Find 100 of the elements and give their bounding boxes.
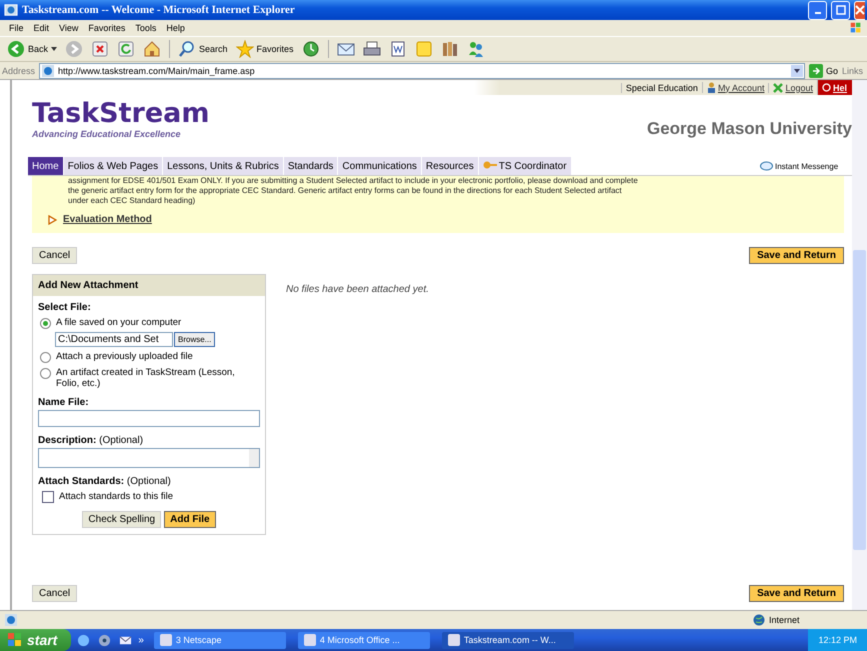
window-icon [448, 634, 460, 646]
window-title: Taskstream.com -- Welcome - Microsoft Internet Explorer [22, 4, 295, 16]
option-label: Attach a previously uploaded file [56, 351, 194, 362]
go-button[interactable]: Go [808, 64, 838, 78]
taskbar-button[interactable]: 4 Microsoft Office ... [298, 632, 430, 648]
page-icon [41, 64, 56, 78]
more-button[interactable]: » [138, 634, 144, 646]
browse-button[interactable]: Browse... [174, 332, 216, 347]
my-account-link[interactable]: My Account [702, 82, 768, 93]
minimize-button[interactable] [808, 0, 827, 20]
notice-text: assignment for EDSE 401/501 Exam ONLY. If you are submitting a Student Selected artifact to include in your electronic portfolio, please download and complete [67, 176, 639, 186]
check-spelling-button[interactable]: Check Spelling [82, 511, 162, 528]
globe-icon [753, 614, 765, 626]
taskbar-button[interactable]: 3 Netscape [154, 632, 286, 648]
start-button[interactable]: start [0, 629, 72, 651]
help-icon [822, 83, 831, 92]
menu-item[interactable]: Favorites [83, 23, 130, 33]
address-label: Address [2, 66, 36, 76]
people-icon[interactable] [466, 40, 485, 58]
minimize-icon [814, 12, 820, 14]
checkbox-label: Attach standards to this file [59, 491, 174, 502]
institution-name: George Mason University [646, 119, 852, 139]
printer-icon[interactable] [362, 40, 381, 58]
radio-button[interactable] [40, 368, 51, 379]
add-file-button[interactable]: Add File [164, 511, 216, 528]
menu-item[interactable]: View [54, 23, 84, 33]
star-icon [236, 40, 254, 58]
back-button[interactable]: Back [4, 40, 60, 58]
nav-tab[interactable]: Folios & Web Pages [64, 157, 164, 175]
optional-note: (Optional) [126, 476, 171, 487]
menu-item[interactable]: File [4, 23, 29, 33]
description-field[interactable] [38, 448, 260, 468]
expand-icon[interactable] [48, 214, 57, 224]
nav-tab[interactable]: Resources [422, 157, 479, 175]
browser-icon[interactable] [77, 634, 90, 646]
logo: TaskStream [32, 99, 210, 129]
history-icon[interactable] [302, 40, 320, 58]
stop-icon[interactable] [91, 40, 110, 58]
tagline: Advancing Educational Excellence [32, 129, 182, 139]
menu-item[interactable]: Help [161, 23, 190, 33]
empty-message: No files have been attached yet. [286, 284, 429, 297]
option-label: An artifact created in TaskStream (Lesson, Folio, etc.) [56, 367, 236, 389]
document-icon[interactable] [388, 40, 407, 58]
name-file-label: Name File: [38, 397, 90, 408]
panel-title: Add New Attachment [33, 275, 265, 296]
maximize-icon [836, 5, 846, 15]
file-path-field[interactable]: C:\Documents and Set [55, 332, 173, 347]
nav-tab[interactable]: Communications [338, 157, 422, 175]
links-button[interactable]: Links [842, 66, 865, 76]
search-button[interactable]: Search [175, 40, 231, 58]
windows-flag-icon [849, 21, 863, 35]
taskbar-button[interactable]: Taskstream.com -- W... [442, 632, 574, 648]
speech-bubble-icon [760, 160, 773, 172]
evaluation-method-link[interactable]: Evaluation Method [63, 214, 152, 225]
save-and-return-button[interactable]: Save and Return [749, 247, 844, 264]
nav-tab[interactable]: Standards [284, 157, 338, 175]
description-label: Description: [38, 435, 96, 446]
security-zone: Internet [753, 614, 863, 626]
checkbox[interactable] [42, 491, 54, 503]
radio-button[interactable] [40, 352, 51, 363]
name-file-field[interactable] [38, 410, 260, 427]
home-icon[interactable] [143, 40, 162, 58]
favorites-button[interactable]: Favorites [232, 40, 297, 58]
mail-icon[interactable] [119, 634, 132, 646]
cancel-button[interactable]: Cancel [32, 247, 78, 264]
windows-flag-icon [8, 633, 22, 647]
instant-messenger-link[interactable]: Instant Messenge [760, 157, 852, 175]
close-button[interactable] [854, 0, 865, 20]
select-file-label: Select File: [38, 302, 92, 313]
caret-icon[interactable] [51, 47, 58, 51]
note-icon[interactable] [414, 40, 433, 58]
books-icon[interactable] [440, 40, 459, 58]
notice-text: the generic artifact entry form for the appropriate CEC Standard. Generic artifact entry forms can be found in the directions for each Student Selected artifact [67, 186, 623, 196]
program-label: Special Education [620, 82, 702, 92]
media-icon[interactable] [98, 634, 112, 646]
optional-note: (Optional) [99, 435, 144, 446]
radio-button[interactable] [40, 318, 51, 329]
menu-item[interactable]: Edit [28, 23, 54, 33]
person-icon [706, 82, 716, 93]
browser-icon [4, 3, 18, 17]
option-label: A file saved on your computer [56, 317, 182, 328]
maximize-button[interactable] [831, 0, 850, 20]
save-and-return-button[interactable]: Save and Return [749, 585, 844, 602]
nav-tab[interactable]: TS Coordinator [478, 157, 572, 175]
menu-item[interactable]: Tools [130, 23, 162, 33]
scrollbar[interactable] [852, 80, 867, 610]
attach-standards-label: Attach Standards: [38, 476, 124, 487]
nav-tab[interactable]: Lessons, Units & Rubrics [163, 157, 284, 175]
nav-tab[interactable]: Home [28, 157, 64, 175]
window-icon [160, 634, 172, 646]
help-link[interactable]: Hel [817, 80, 852, 95]
cancel-button[interactable]: Cancel [32, 585, 78, 602]
search-icon [178, 40, 196, 58]
dropdown-icon[interactable] [790, 64, 803, 76]
page-icon [4, 613, 18, 627]
refresh-icon[interactable] [117, 40, 136, 58]
close-icon [855, 5, 865, 15]
window-icon [304, 634, 316, 646]
address-field[interactable]: http://www.taskstream.com/Main/main_frame.asp [39, 62, 805, 78]
x-icon [773, 82, 784, 92]
